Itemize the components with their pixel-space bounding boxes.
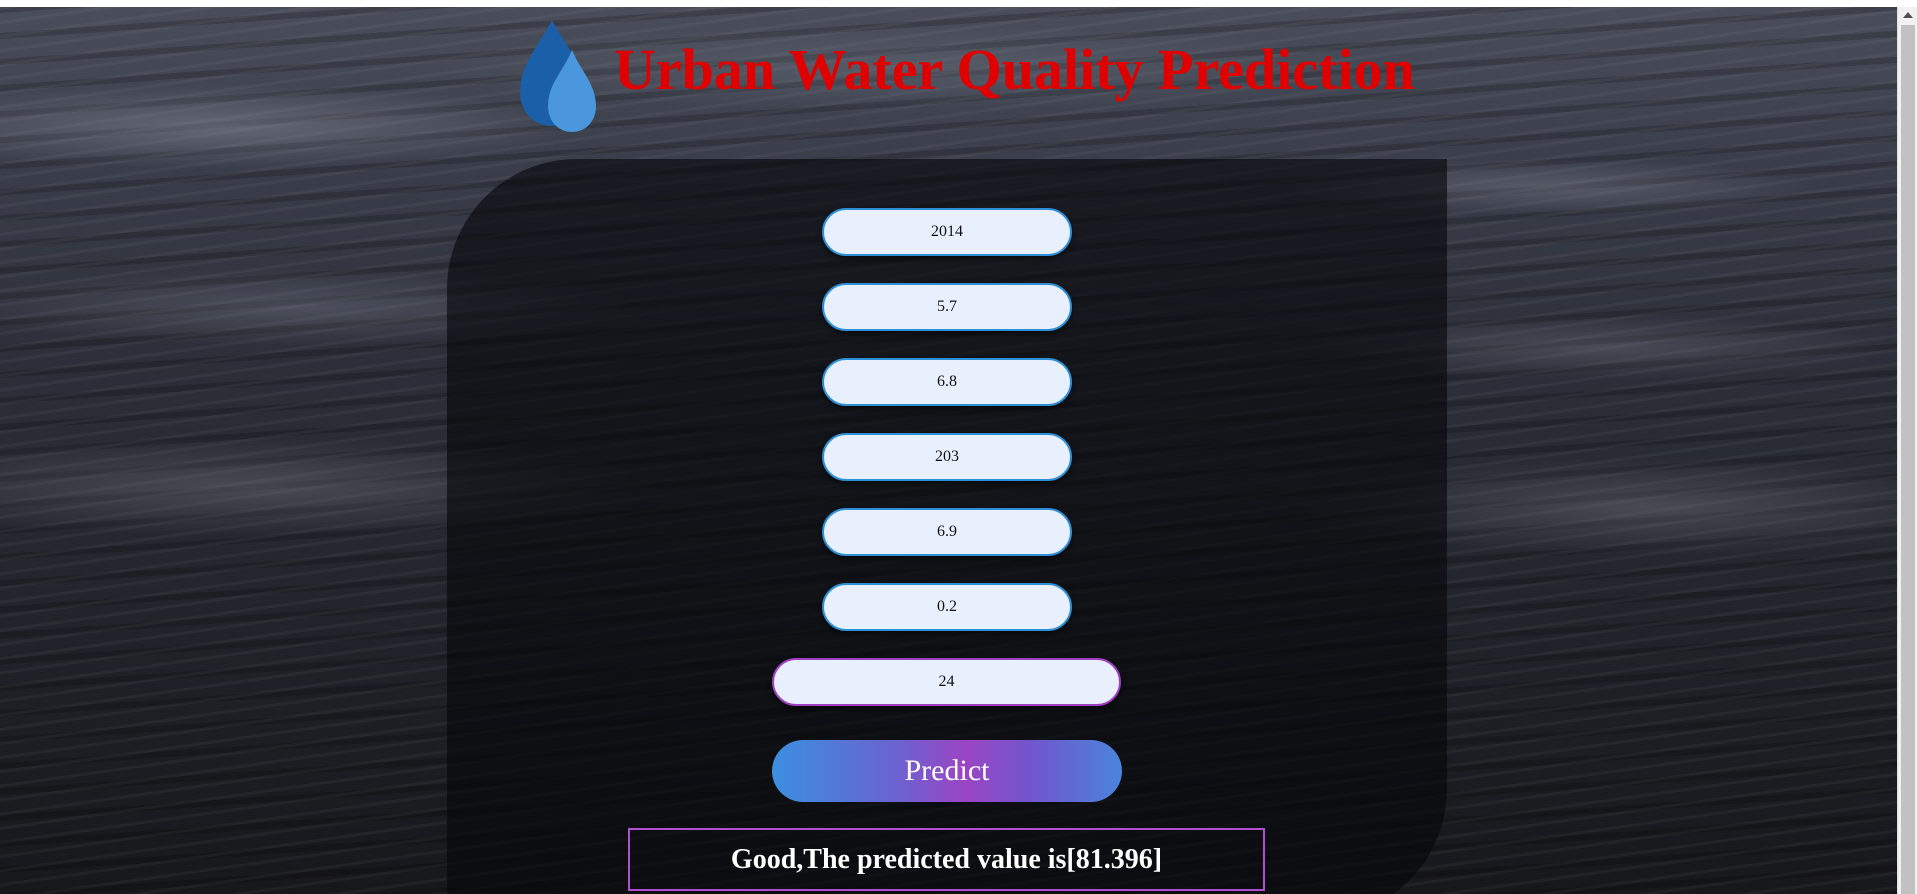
prediction-result: Good,The predicted value is[81.396] [628,828,1265,891]
page-background: Urban Water Quality Prediction Predict G… [0,7,1897,894]
vertical-scrollbar[interactable] [1897,7,1917,894]
scrollbar-thumb[interactable] [1901,25,1915,894]
scroll-up-arrow-icon[interactable] [1903,12,1913,18]
input-field-7[interactable] [772,658,1121,706]
input-field-4[interactable] [822,433,1072,481]
page-header: Urban Water Quality Prediction [510,9,1415,139]
input-field-5[interactable] [822,508,1072,556]
page-title: Urban Water Quality Prediction [614,36,1415,102]
input-field-6[interactable] [822,583,1072,631]
water-drops-icon [520,20,596,132]
input-field-2[interactable] [822,283,1072,331]
prediction-result-text: Good,The predicted value is[81.396] [730,843,1163,875]
input-field-1[interactable] [822,208,1072,256]
input-field-3[interactable] [822,358,1072,406]
predict-button[interactable]: Predict [772,740,1122,802]
